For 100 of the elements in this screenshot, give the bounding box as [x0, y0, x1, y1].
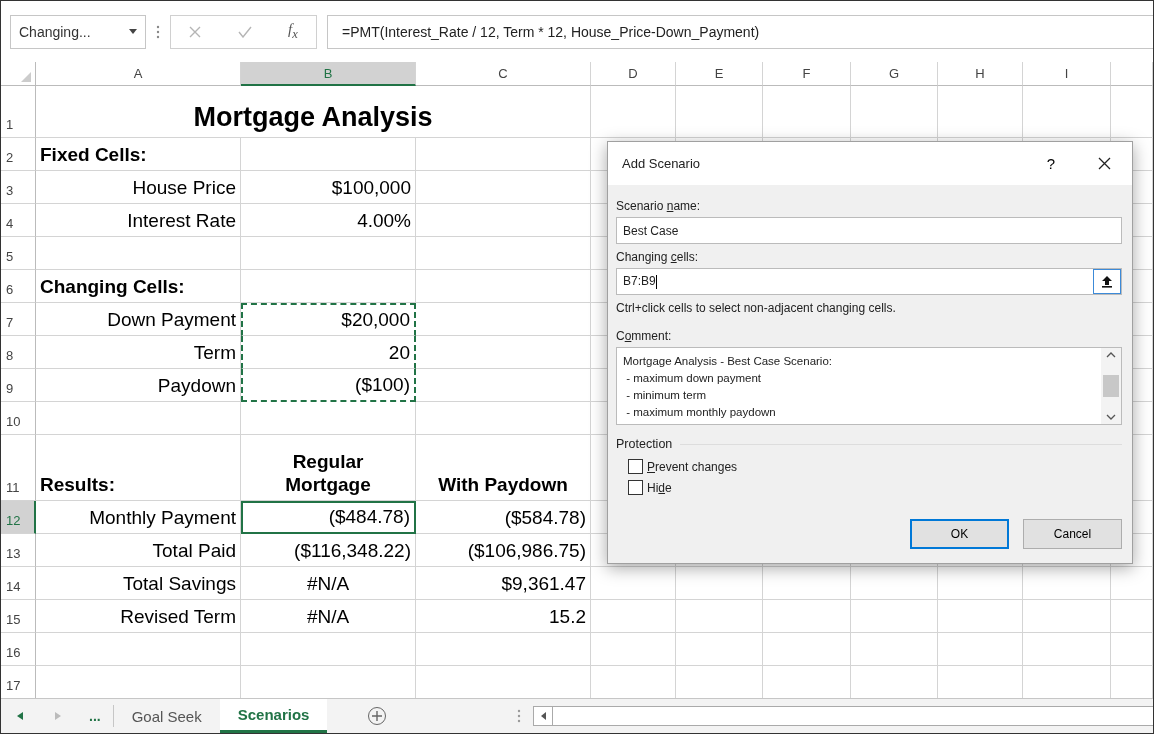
- empty-cell[interactable]: [241, 633, 416, 666]
- spreadsheet-cell: ($100): [241, 369, 416, 402]
- empty-cell[interactable]: [763, 633, 851, 666]
- empty-cell[interactable]: [676, 86, 763, 138]
- empty-cell[interactable]: [241, 237, 416, 270]
- empty-cell[interactable]: [1023, 567, 1111, 600]
- row-header[interactable]: 3: [1, 171, 36, 204]
- checkbox[interactable]: [628, 480, 643, 495]
- collapse-dialog-button[interactable]: [1093, 269, 1121, 294]
- empty-cell[interactable]: [938, 567, 1023, 600]
- row-header[interactable]: 2: [1, 138, 36, 171]
- empty-cell[interactable]: [763, 567, 851, 600]
- empty-cell[interactable]: [676, 600, 763, 633]
- column-header[interactable]: G: [851, 62, 938, 86]
- sheet-tab[interactable]: Scenarios: [219, 698, 328, 733]
- empty-cell[interactable]: [416, 303, 591, 336]
- dialog-button[interactable]: OK: [910, 519, 1009, 549]
- column-header[interactable]: I: [1023, 62, 1111, 86]
- empty-cell[interactable]: [591, 600, 676, 633]
- column-header[interactable]: F: [763, 62, 851, 86]
- empty-cell[interactable]: [938, 600, 1023, 633]
- empty-cell[interactable]: [591, 86, 676, 138]
- empty-cell[interactable]: [591, 567, 676, 600]
- empty-cell[interactable]: [241, 402, 416, 435]
- scrollbar-thumb[interactable]: [1103, 375, 1119, 397]
- checkbox[interactable]: [628, 459, 643, 474]
- empty-cell[interactable]: [416, 402, 591, 435]
- empty-cell[interactable]: [416, 270, 591, 303]
- empty-cell[interactable]: [763, 86, 851, 138]
- dialog-button[interactable]: Cancel: [1023, 519, 1122, 549]
- empty-cell[interactable]: [1023, 86, 1111, 138]
- spreadsheet-cell: Monthly Payment: [36, 501, 241, 534]
- column-header[interactable]: B: [241, 62, 416, 86]
- help-button[interactable]: ?: [1026, 154, 1076, 173]
- row-header[interactable]: 1: [1, 86, 36, 138]
- row-header[interactable]: 4: [1, 204, 36, 237]
- empty-cell[interactable]: [416, 138, 591, 171]
- row-header[interactable]: 16: [1, 633, 36, 666]
- empty-cell[interactable]: [1023, 633, 1111, 666]
- insert-function-button[interactable]: f$_{x}$: [288, 21, 298, 42]
- empty-cell[interactable]: [36, 237, 241, 270]
- empty-cell[interactable]: [938, 633, 1023, 666]
- empty-cell[interactable]: [241, 270, 416, 303]
- add-sheet-icon[interactable]: [367, 706, 388, 726]
- empty-cell[interactable]: [241, 138, 416, 171]
- column-header[interactable]: C: [416, 62, 591, 86]
- empty-cell[interactable]: [851, 86, 938, 138]
- changing-cells-field[interactable]: B7:B9: [616, 268, 1122, 295]
- column-header[interactable]: A: [36, 62, 241, 86]
- scroll-up-icon[interactable]: [1106, 352, 1116, 358]
- cancel-icon[interactable]: [189, 25, 202, 38]
- row-header[interactable]: 7: [1, 303, 36, 336]
- empty-cell[interactable]: [416, 204, 591, 237]
- row-header[interactable]: 13: [1, 534, 36, 567]
- empty-cell[interactable]: [1111, 633, 1153, 666]
- row-header[interactable]: 6: [1, 270, 36, 303]
- empty-cell[interactable]: [851, 567, 938, 600]
- empty-cell[interactable]: [36, 402, 241, 435]
- row-header[interactable]: 9: [1, 369, 36, 402]
- empty-cell[interactable]: [416, 336, 591, 369]
- empty-cell[interactable]: [851, 600, 938, 633]
- empty-cell[interactable]: [416, 237, 591, 270]
- empty-cell[interactable]: [1111, 567, 1153, 600]
- row-header[interactable]: 8: [1, 336, 36, 369]
- empty-cell[interactable]: [416, 171, 591, 204]
- row-header[interactable]: 14: [1, 567, 36, 600]
- select-all-icon[interactable]: [21, 72, 31, 82]
- scroll-down-icon[interactable]: [1106, 414, 1116, 420]
- empty-cell[interactable]: [763, 600, 851, 633]
- empty-cell[interactable]: [416, 369, 591, 402]
- empty-cell[interactable]: [676, 567, 763, 600]
- empty-cell[interactable]: [676, 633, 763, 666]
- check-icon[interactable]: [237, 25, 252, 38]
- column-header[interactable]: D: [591, 62, 676, 86]
- checkbox-label: Prevent changes: [647, 459, 738, 474]
- spreadsheet-cell: ($484.78): [241, 501, 416, 534]
- spreadsheet-cell: With Paydown: [416, 435, 591, 501]
- column-header[interactable]: E: [676, 62, 763, 86]
- row-header[interactable]: 5: [1, 237, 36, 270]
- empty-cell[interactable]: [1111, 600, 1153, 633]
- more-sheets-button[interactable]: ...: [77, 705, 114, 727]
- column-header[interactable]: H: [938, 62, 1023, 86]
- empty-cell[interactable]: [36, 633, 241, 666]
- row-header[interactable]: 15: [1, 600, 36, 633]
- empty-cell[interactable]: [591, 633, 676, 666]
- horizontal-scrollbar[interactable]: [533, 706, 1153, 726]
- row-header[interactable]: 12: [1, 501, 36, 534]
- empty-cell[interactable]: [416, 633, 591, 666]
- spreadsheet-cell: Down Payment: [36, 303, 241, 336]
- comment-field[interactable]: Mortgage Analysis - Best Case Scenario: - maximum down payment - minimum term - maximum monthly paydown: [616, 347, 1122, 425]
- row-header[interactable]: 10: [1, 402, 36, 435]
- empty-cell[interactable]: [1023, 600, 1111, 633]
- empty-cell[interactable]: [938, 86, 1023, 138]
- column-header[interactable]: [1111, 62, 1153, 86]
- scenario-name-field[interactable]: Best Case: [616, 217, 1122, 244]
- formula-field[interactable]: =PMT(Interest_Rate / 12, Term * 12, House_Price-Down_Payment): [327, 14, 1153, 49]
- name-box[interactable]: Changing...: [10, 14, 146, 49]
- spreadsheet-cell: Revised Term: [36, 600, 241, 633]
- empty-cell[interactable]: [851, 633, 938, 666]
- scroll-left-icon[interactable]: [540, 712, 546, 720]
